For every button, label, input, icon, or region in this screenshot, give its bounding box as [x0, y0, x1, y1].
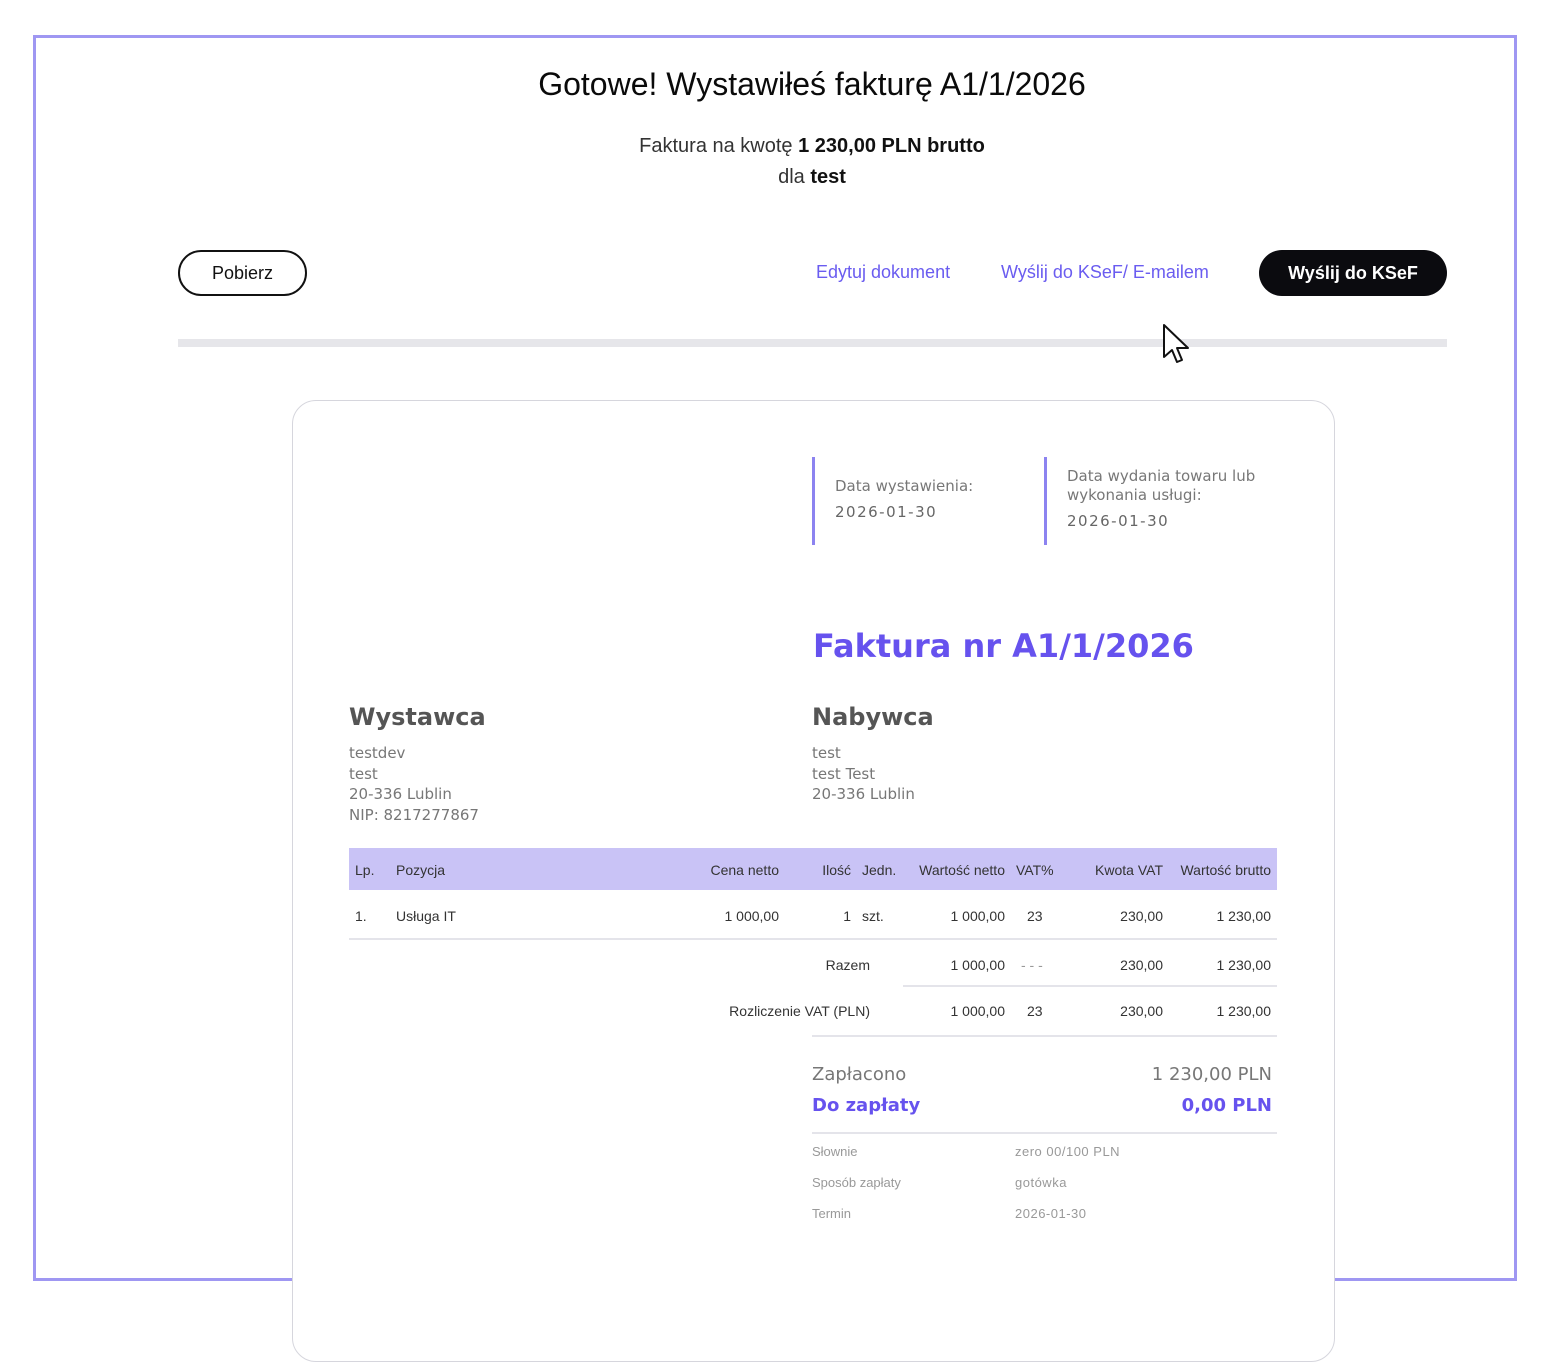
vat-settlement-rate: 23	[1027, 1003, 1043, 1019]
payment-method-value: gotówka	[1015, 1175, 1067, 1190]
col-header-qty: Ilość	[822, 862, 851, 878]
buyer-line: test	[812, 744, 841, 762]
buyer-heading: Nabywca	[812, 703, 934, 731]
send-ksef-button[interactable]: Wyślij do KSeF	[1259, 250, 1447, 296]
totals-net: 1 000,00	[950, 957, 1006, 973]
row-divider	[349, 938, 1277, 940]
seller-line: testdev	[349, 744, 406, 762]
row-qty: 1	[843, 908, 851, 924]
col-header-vat-rate: VAT%	[1016, 862, 1054, 878]
row-net-value: 1 000,00	[950, 908, 1006, 924]
buyer-line: 20-336 Lublin	[812, 785, 915, 803]
seller-line: 20-336 Lublin	[349, 785, 452, 803]
issue-date-block: Data wystawienia: 2026-01-30	[812, 457, 1002, 545]
page-title: Gotowe! Wystawiłeś fakturę A1/1/2026	[538, 66, 1086, 102]
paid-value: 1 230,00 PLN	[1151, 1064, 1272, 1085]
paid-label: Zapłacono	[812, 1064, 907, 1085]
row-unit: szt.	[862, 908, 884, 924]
totals-vat: 230,00	[1120, 957, 1163, 973]
payment-term-value: 2026-01-30	[1015, 1206, 1087, 1221]
payment-method-label: Sposób zapłaty	[812, 1175, 901, 1190]
vat-divider	[812, 1035, 1277, 1037]
payment-divider	[812, 1132, 1277, 1134]
col-header-lp: Lp.	[355, 862, 375, 878]
vat-settlement-label: Rozliczenie VAT (PLN)	[729, 1003, 870, 1019]
col-header-item: Pozycja	[396, 862, 446, 878]
download-button[interactable]: Pobierz	[178, 250, 307, 296]
amount-prefix: Faktura na kwotę	[639, 135, 793, 157]
amount-in-words-label: Słownie	[812, 1144, 858, 1159]
issue-date-value: 2026-01-30	[835, 503, 938, 521]
invoice-title: Faktura nr A1/1/2026	[813, 627, 1194, 665]
delivery-date-label: Data wydania towaru lub wykonania usługi…	[1067, 467, 1256, 504]
table-row: 1. Usługa IT 1 000,00 1 szt. 1 000,00 23…	[349, 890, 1277, 938]
invoice-summary: Faktura na kwotę 1 230,00 PLN brutto dla…	[0, 131, 1564, 193]
col-header-vat-amount: Kwota VAT	[1095, 862, 1163, 878]
seller-heading: Wystawca	[349, 703, 486, 731]
totals-label: Razem	[825, 957, 870, 973]
vat-settlement-net: 1 000,00	[950, 1003, 1006, 1019]
amount-value: 1 230,00 PLN brutto	[798, 135, 985, 157]
row-net-price: 1 000,00	[724, 908, 780, 924]
col-header-net-value: Wartość netto	[919, 862, 1005, 878]
items-table-header: Lp. Pozycja Cena netto Ilość Jedn. Warto…	[349, 848, 1277, 890]
buyer-section: Nabywca test test Test 20-336 Lublin	[812, 703, 934, 805]
client-name: test	[810, 166, 846, 188]
col-header-net-price: Cena netto	[710, 862, 780, 878]
buyer-line: test Test	[812, 764, 876, 783]
due-value: 0,00 PLN	[1181, 1095, 1272, 1116]
invoice-preview: Data wystawienia: 2026-01-30 Data wydani…	[292, 400, 1335, 1362]
row-lp: 1.	[355, 908, 367, 924]
row-item: Usługa IT	[396, 908, 456, 924]
amount-in-words-value: zero 00/100 PLN	[1015, 1144, 1121, 1159]
totals-row: Razem 1 000,00 - - - 230,00 1 230,00	[349, 951, 1277, 981]
row-vat-amount: 230,00	[1120, 908, 1163, 924]
edit-document-link[interactable]: Edytuj dokument	[816, 262, 950, 283]
seller-line: test	[349, 764, 378, 783]
totals-vat-rate: - - -	[1021, 957, 1043, 973]
delivery-date-block: Data wydania towaru lub wykonania usługi…	[1044, 457, 1274, 545]
vat-settlement-gross: 1 230,00	[1216, 1003, 1272, 1019]
totals-gross: 1 230,00	[1216, 957, 1272, 973]
col-header-unit: Jedn.	[862, 862, 897, 878]
vat-settlement-vat: 230,00	[1120, 1003, 1163, 1019]
totals-divider	[903, 985, 1277, 987]
due-label: Do zapłaty	[812, 1095, 921, 1116]
row-gross-value: 1 230,00	[1216, 908, 1272, 924]
client-prefix: dla	[778, 166, 805, 188]
issue-date-label: Data wystawienia:	[835, 477, 974, 495]
vat-settlement-row: Rozliczenie VAT (PLN) 1 000,00 23 230,00…	[349, 997, 1277, 1027]
seller-nip: NIP: 8217277867	[349, 805, 479, 824]
row-vat-rate: 23	[1027, 908, 1043, 924]
delivery-date-value: 2026-01-30	[1067, 512, 1170, 530]
payment-term-label: Termin	[812, 1206, 852, 1221]
progress-divider	[178, 339, 1447, 347]
send-ksef-email-link[interactable]: Wyślij do KSeF/ E-mailem	[1001, 262, 1209, 283]
mouse-pointer-icon	[1163, 324, 1189, 363]
seller-section: Wystawca testdev test 20-336 Lublin NIP:…	[349, 703, 486, 825]
col-header-gross-value: Wartość brutto	[1180, 862, 1271, 878]
